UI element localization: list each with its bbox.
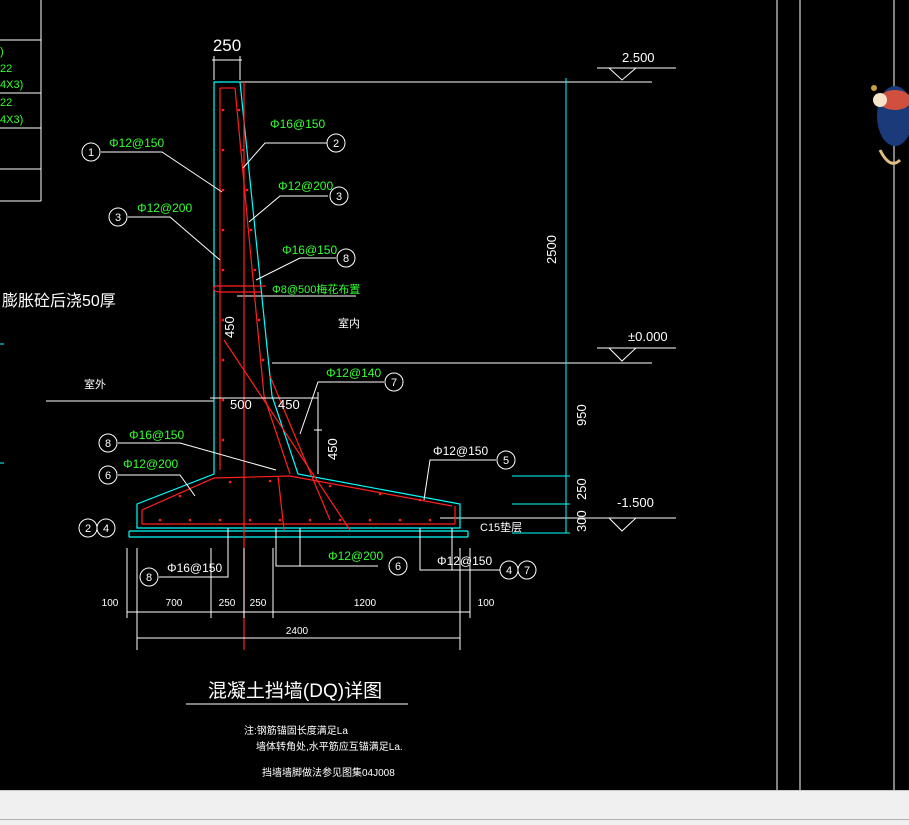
elevation-bottom: -1.500 (617, 495, 654, 510)
rebar-spec-label: Φ12@200 (328, 549, 383, 563)
callout-number: 1 (88, 147, 94, 159)
rebar-spec-label: Φ16@150 (270, 117, 325, 131)
cad-drawing-canvas[interactable]: ) 22 4X3) 22 4X3) 膨胀砼后浇50厚 2.500 ±0.000 (0, 0, 909, 790)
rebar-spec-label: Φ12@200 (278, 179, 333, 193)
retaining-wall-outline (128, 81, 469, 538)
rebar-spec-label: Φ12@150 (109, 136, 164, 150)
dim-haunch-w1: 500 (230, 397, 252, 412)
dim-haunch-h: 450 (222, 316, 237, 338)
rebar-spec-label: Φ12@150 (433, 444, 488, 458)
table-cell-text: 4X3) (0, 79, 23, 91)
rebar-dots (158, 108, 432, 522)
callout-number: 7 (524, 565, 530, 577)
dim-bottom-segment: 100 (478, 598, 495, 609)
dim-bottom-segment: 1200 (354, 598, 377, 609)
rebar-spec-label: Φ8@500梅花布置 (272, 282, 360, 296)
drawing-title: 混凝土挡墙(DQ)详图 (208, 680, 382, 702)
dim-lower-height: 950 (574, 404, 589, 426)
callout-number: 6 (395, 561, 401, 573)
callout-number: 8 (105, 438, 111, 450)
drawing-frame-lines (776, 0, 895, 790)
callout-number: 2 (333, 138, 339, 150)
callout-number: 8 (146, 572, 152, 584)
table-cell-text: ) (0, 46, 4, 58)
dim-haunch-w2: 450 (278, 397, 300, 412)
callout-number: 6 (105, 470, 111, 482)
label-c15-cushion: C15垫层 (480, 520, 522, 534)
callout-number: 4 (103, 523, 109, 535)
callout-number: 2 (85, 523, 91, 535)
rebar-spec-label: Φ12@140 (326, 366, 381, 380)
vertical-dimension-chain (512, 78, 570, 534)
rebar-spec-label: Φ12@150 (437, 554, 492, 568)
callout-number: 7 (391, 377, 397, 389)
top-width-dimension (212, 56, 242, 80)
table-cell-text: 22 (0, 63, 12, 75)
label-indoor: 室内 (338, 316, 360, 330)
callout-number: 3 (115, 212, 121, 224)
callout-number: 3 (336, 191, 342, 203)
label-outdoor: 室外 (84, 377, 106, 391)
rebar-spec-label: Φ12@200 (123, 457, 178, 471)
note-line: 墙体转角处,水平筋应互锚满足La. (256, 740, 403, 753)
dim-bottom-segment: 250 (250, 598, 267, 609)
dim-wall-height: 2500 (544, 235, 559, 264)
dim-haunch-v: 450 (325, 438, 340, 460)
rebar-spec-label: Φ16@150 (282, 243, 337, 257)
status-bar (0, 790, 909, 825)
callout-number: 5 (503, 455, 509, 467)
note-line: 挡墙墙脚做法参见图集04J008 (262, 766, 395, 779)
rebar-spec-label: Φ16@150 (129, 428, 184, 442)
dim-bottom-segment: 100 (102, 598, 119, 609)
rebar-spec-label: Φ12@200 (137, 201, 192, 215)
callout-number: 4 (506, 565, 512, 577)
rebar-spec-label: Φ16@150 (167, 561, 222, 575)
dim-bottom-segment: 700 (166, 598, 183, 609)
dim-bottom-segment: 250 (219, 598, 236, 609)
dim-top-width: 250 (213, 36, 241, 55)
elevation-top: 2.500 (622, 50, 655, 65)
side-note-expansion-concrete: 膨胀砼后浇50厚 (2, 292, 116, 310)
note-line: 注:钢筋锚固长度满足La (244, 724, 348, 737)
table-cell-text: 4X3) (0, 114, 23, 126)
sticker-figure (871, 85, 909, 165)
table-cell-text: 22 (0, 97, 12, 109)
dim-base-thickness: 300 (574, 510, 589, 532)
elevation-zero: ±0.000 (628, 329, 668, 344)
dim-total-width: 2400 (286, 626, 309, 637)
dim-base-step: 250 (574, 478, 589, 500)
callout-number: 8 (343, 253, 349, 265)
